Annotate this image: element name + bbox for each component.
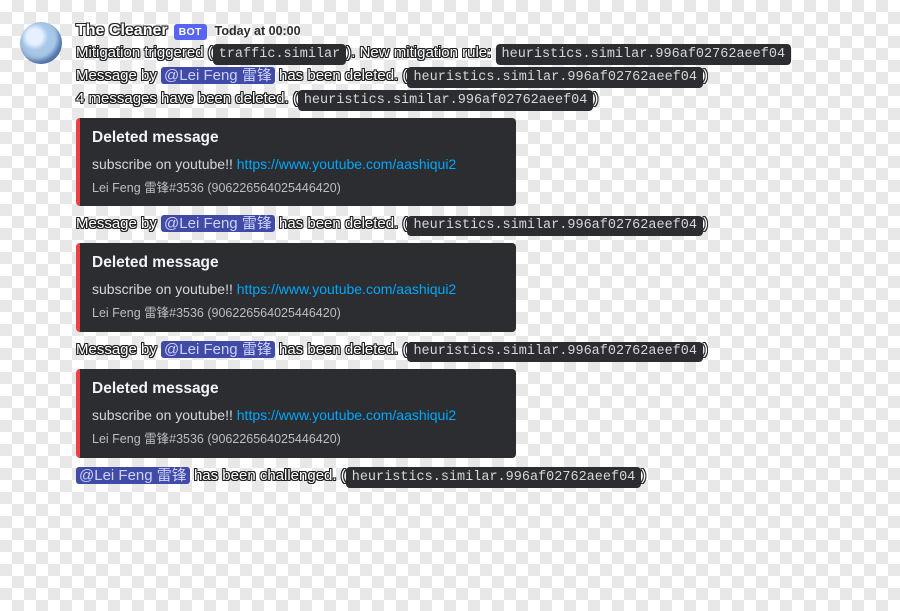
text: has been deleted. ( (275, 67, 408, 84)
embed-deleted-message: Deleted message subscribe on youtube!! h… (76, 118, 516, 207)
embed-body: subscribe on youtube!! https://www.youtu… (92, 280, 502, 299)
embed-link[interactable]: https://www.youtube.com/aashiqui2 (237, 156, 456, 172)
embed-text: subscribe on youtube!! (92, 281, 237, 297)
code-rule: heuristics.similar.996af02762aeef04 (407, 67, 703, 88)
text: Message by (76, 67, 161, 84)
code-rule: heuristics.similar.996af02762aeef04 (298, 90, 594, 111)
embed-footer: Lei Feng 雷锋#3536 (906226564025446420) (92, 431, 502, 448)
code-rule: heuristics.similar.996af02762aeef04 (496, 44, 792, 65)
line-mitigation: Mitigation triggered (traffic.similar). … (76, 43, 870, 65)
embed-title: Deleted message (92, 128, 502, 149)
text: ) (703, 341, 708, 358)
text: ). New mitigation rule: (346, 44, 491, 61)
text: ) (641, 467, 646, 484)
text: Message by (76, 215, 161, 232)
line-deleted-by: Message by @Lei Feng 雷锋 has been deleted… (76, 66, 870, 88)
text: ) (703, 67, 708, 84)
embed-footer: Lei Feng 雷锋#3536 (906226564025446420) (92, 305, 502, 322)
code-rule: heuristics.similar.996af02762aeef04 (407, 342, 703, 363)
text: Message by (76, 341, 161, 358)
line-count-deleted: 4 messages have been deleted. (heuristic… (76, 89, 870, 111)
embed-deleted-message: Deleted message subscribe on youtube!! h… (76, 369, 516, 458)
line-deleted-by: Message by @Lei Feng 雷锋 has been deleted… (76, 214, 870, 236)
embed-title: Deleted message (92, 379, 502, 400)
user-mention[interactable]: @Lei Feng 雷锋 (161, 67, 275, 84)
embed-text: subscribe on youtube!! (92, 156, 237, 172)
embed-body: subscribe on youtube!! https://www.youtu… (92, 406, 502, 425)
embed-title: Deleted message (92, 253, 502, 274)
message-block: The Cleaner BOT Today at 00:00 Mitigatio… (20, 20, 870, 488)
text: has been deleted. ( (275, 215, 408, 232)
timestamp: Today at 00:00 (215, 23, 301, 40)
line-deleted-by: Message by @Lei Feng 雷锋 has been deleted… (76, 340, 870, 362)
bot-badge: BOT (174, 24, 207, 40)
embed-link[interactable]: https://www.youtube.com/aashiqui2 (237, 407, 456, 423)
line-challenged: @Lei Feng 雷锋 has been challenged. (heuri… (76, 466, 870, 488)
embed-text: subscribe on youtube!! (92, 407, 237, 423)
code-rule: heuristics.similar.996af02762aeef04 (407, 216, 703, 237)
embed-deleted-message: Deleted message subscribe on youtube!! h… (76, 243, 516, 332)
message-header: The Cleaner BOT Today at 00:00 (76, 20, 870, 42)
author-name[interactable]: The Cleaner (76, 20, 168, 42)
text: ) (593, 90, 598, 107)
user-mention[interactable]: @Lei Feng 雷锋 (161, 341, 275, 358)
embed-body: subscribe on youtube!! https://www.youtu… (92, 155, 502, 174)
text: has been challenged. ( (190, 467, 346, 484)
message-content: The Cleaner BOT Today at 00:00 Mitigatio… (76, 20, 870, 488)
text: 4 messages have been deleted. ( (76, 90, 298, 107)
embed-footer: Lei Feng 雷锋#3536 (906226564025446420) (92, 180, 502, 197)
embed-link[interactable]: https://www.youtube.com/aashiqui2 (237, 281, 456, 297)
user-mention[interactable]: @Lei Feng 雷锋 (161, 215, 275, 232)
text: Mitigation triggered ( (76, 44, 213, 61)
text: ) (703, 215, 708, 232)
avatar[interactable] (20, 22, 62, 64)
user-mention[interactable]: @Lei Feng 雷锋 (76, 467, 190, 484)
text: has been deleted. ( (275, 341, 408, 358)
code-rule: heuristics.similar.996af02762aeef04 (346, 467, 642, 488)
code-trigger: traffic.similar (213, 44, 347, 65)
